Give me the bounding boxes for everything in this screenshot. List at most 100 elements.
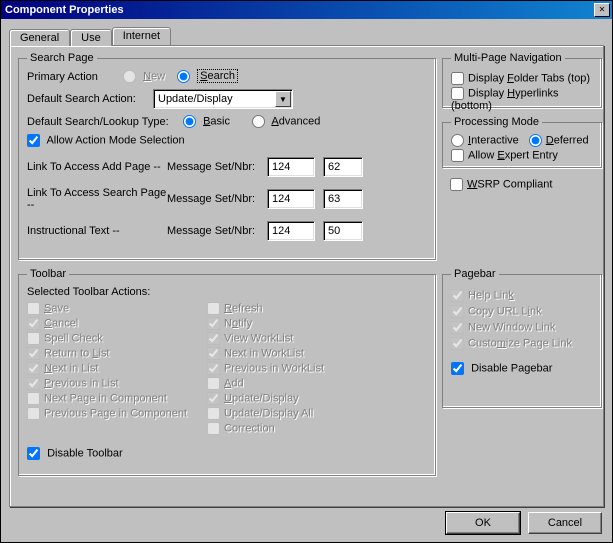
toolbar-action: Return to List <box>27 347 109 360</box>
message-row-label: Link To Access Add Page -- <box>27 161 167 173</box>
message-row: Link To Access Add Page --Message Set/Nb… <box>27 157 427 177</box>
message-nbr-input[interactable] <box>323 221 363 241</box>
toolbar-action-checkbox <box>207 347 220 360</box>
toolbar-action: Update/Display All <box>207 407 313 420</box>
toolbar-action-label: Next in List <box>44 362 98 374</box>
message-row-label: Instructional Text -- <box>27 225 167 237</box>
check-disable-toolbar-input[interactable] <box>27 447 40 460</box>
pagebar-item-checkbox <box>451 305 464 318</box>
pagebar-item-label: New Window Link <box>468 321 555 333</box>
radio-type-basic[interactable]: Basic <box>183 115 230 128</box>
toolbar-action-checkbox <box>207 332 220 345</box>
title-text: Component Properties <box>5 4 594 16</box>
check-expert-entry[interactable]: Allow Expert Entry <box>451 149 558 162</box>
tab-general[interactable]: General <box>9 29 70 46</box>
toolbar-action-checkbox <box>27 332 40 345</box>
toolbar-action-label: Next Page in Component <box>44 392 167 404</box>
group-search-page-legend: Search Page <box>27 52 97 64</box>
check-hyperlinks[interactable]: Display Hyperlinks (bottom) <box>451 87 593 112</box>
toolbar-action-label: Cancel <box>44 317 78 329</box>
toolbar-action: Save <box>27 302 69 315</box>
toolbar-action-checkbox <box>207 407 220 420</box>
pagebar-item: Copy URL Link <box>451 305 542 318</box>
pagebar-item-label: Help Link <box>468 289 514 301</box>
cancel-button[interactable]: Cancel <box>528 512 602 534</box>
toolbar-action-label: Previous in List <box>44 377 119 389</box>
toolbar-action: Previous Page in Component <box>27 407 187 420</box>
toolbar-action-checkbox <box>207 317 220 330</box>
toolbar-action-checkbox <box>207 362 220 375</box>
toolbar-action: View WorkList <box>207 332 293 345</box>
group-pagebar-legend: Pagebar <box>451 268 499 280</box>
toolbar-action-checkbox <box>207 422 220 435</box>
close-button[interactable]: ✕ <box>594 3 610 17</box>
check-wsrp-compliant[interactable]: WSRP Compliant <box>450 178 552 191</box>
pagebar-item-checkbox <box>451 337 464 350</box>
message-nbr-input[interactable] <box>323 189 363 209</box>
toolbar-action-label: Previous Page in Component <box>44 407 187 419</box>
chevron-down-icon[interactable]: ▼ <box>275 91 291 107</box>
message-setnbr-label: Message Set/Nbr: <box>167 193 267 205</box>
toolbar-action: Previous in List <box>27 377 119 390</box>
toolbar-action: Spell Check <box>27 332 103 345</box>
toolbar-action-checkbox <box>27 392 40 405</box>
toolbar-action-label: Add <box>224 377 244 389</box>
toolbar-action-label: Update/Display <box>224 392 299 404</box>
toolbar-action-label: Next in WorkList <box>224 347 304 359</box>
radio-primary-new[interactable]: New <box>123 70 165 83</box>
message-row: Link To Access Search Page --Message Set… <box>27 187 427 211</box>
client-area: General Use Internet Search Page Primary… <box>1 19 612 542</box>
message-row-label: Link To Access Search Page -- <box>27 187 167 211</box>
radio-primary-search[interactable]: Search <box>177 70 238 83</box>
default-search-type-label: Default Search/Lookup Type: <box>27 116 177 128</box>
message-set-input[interactable] <box>267 189 315 209</box>
pagebar-item-checkbox <box>451 289 464 302</box>
toolbar-action: Previous in WorkList <box>207 362 324 375</box>
default-search-action-select[interactable]: Update/Display ▼ <box>153 89 293 109</box>
toolbar-action: Next in List <box>27 362 98 375</box>
default-search-action-label: Default Search Action: <box>27 93 147 105</box>
check-disable-toolbar-label: Disable Toolbar <box>47 447 123 459</box>
primary-action-label: Primary Action <box>27 71 117 83</box>
pagebar-item: Help Link <box>451 289 514 302</box>
toolbar-action-label: Save <box>44 302 69 314</box>
tab-panel-internet: Search Page Primary Action New Search <box>9 45 604 507</box>
toolbar-action: Refresh <box>207 302 263 315</box>
pagebar-item-checkbox <box>451 321 464 334</box>
ok-button[interactable]: OK <box>446 512 520 534</box>
group-multipage-legend: Multi-Page Navigation <box>451 52 565 64</box>
radio-interactive[interactable]: Interactive <box>451 134 519 147</box>
group-multipage-nav: Multi-Page Navigation Display Folder Tab… <box>442 52 602 108</box>
toolbar-action: Next in WorkList <box>207 347 304 360</box>
pagebar-item: Customize Page Link <box>451 337 572 350</box>
default-search-action-row: Default Search Action: Update/Display ▼ <box>27 89 427 109</box>
toolbar-action-checkbox <box>27 362 40 375</box>
allow-action-mode-checkbox[interactable]: Allow Action Mode Selection <box>27 134 185 147</box>
check-disable-toolbar[interactable]: Disable Toolbar <box>27 447 123 460</box>
default-search-type-row: Default Search/Lookup Type: Basic Advanc… <box>27 115 427 128</box>
toolbar-action: Update/Display <box>207 392 299 405</box>
pagebar-item: New Window Link <box>451 321 555 334</box>
default-search-action-value: Update/Display <box>158 93 233 105</box>
radio-type-advanced[interactable]: Advanced <box>252 115 320 128</box>
message-set-input[interactable] <box>267 157 315 177</box>
toolbar-action-label: Previous in WorkList <box>224 362 324 374</box>
message-nbr-input[interactable] <box>323 157 363 177</box>
dialog-buttons: OK Cancel <box>446 512 602 534</box>
tab-use[interactable]: Use <box>70 29 112 46</box>
toolbar-columns: Save Cancel Spell Check Return to List Next … <box>27 300 427 437</box>
group-processing-mode: Processing Mode Interactive Deferred All… <box>442 116 602 168</box>
message-set-input[interactable] <box>267 221 315 241</box>
tab-row: General Use Internet <box>9 25 604 45</box>
message-setnbr-label: Message Set/Nbr: <box>167 225 267 237</box>
titlebar: Component Properties ✕ <box>1 1 612 19</box>
toolbar-action-label: Update/Display All <box>224 407 313 419</box>
window: Component Properties ✕ General Use Inter… <box>0 0 613 543</box>
message-row: Instructional Text --Message Set/Nbr: <box>27 221 427 241</box>
check-disable-pagebar[interactable]: Disable Pagebar <box>451 362 552 375</box>
check-folder-tabs[interactable]: Display Folder Tabs (top) <box>451 72 590 85</box>
toolbar-action-label: Spell Check <box>44 332 103 344</box>
toolbar-action-checkbox <box>207 377 220 390</box>
radio-deferred[interactable]: Deferred <box>529 134 589 147</box>
tab-internet[interactable]: Internet <box>112 27 171 45</box>
